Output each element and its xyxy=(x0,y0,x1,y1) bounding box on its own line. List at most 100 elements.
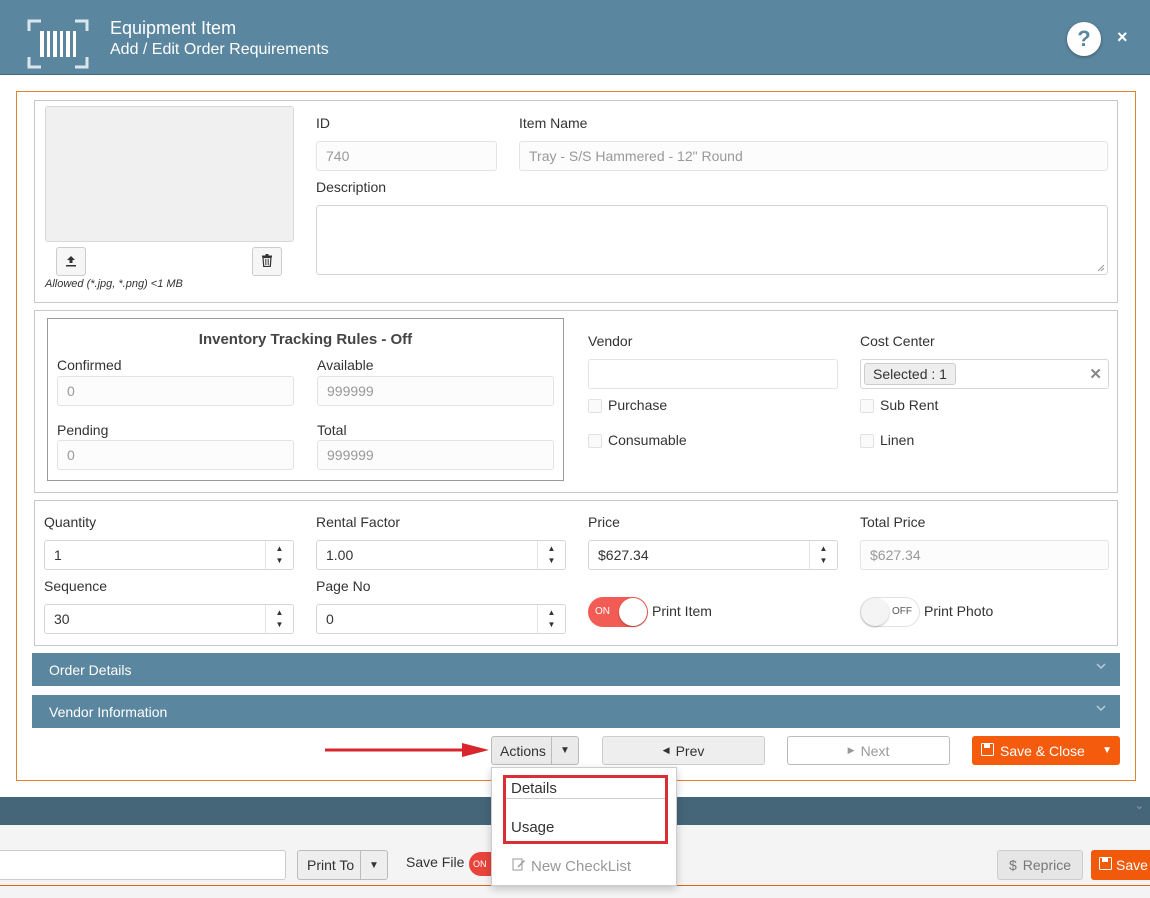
item-photo-placeholder[interactable] xyxy=(45,106,294,242)
quantity-value: 1 xyxy=(54,547,62,563)
page-no-value: 0 xyxy=(326,611,334,627)
sub-rent-label: Sub Rent xyxy=(880,397,939,413)
background-save-label: Save xyxy=(1116,857,1148,873)
cost-center-select[interactable]: Selected : 1 ✕ xyxy=(860,359,1109,389)
consumable-checkbox[interactable] xyxy=(588,434,602,448)
spinner-icon[interactable]: ▲ ▼ xyxy=(265,541,293,569)
resize-handle-icon[interactable] xyxy=(1097,264,1105,272)
barcode-icon xyxy=(27,19,89,69)
item-name-field[interactable]: Tray - S/S Hammered - 12" Round xyxy=(519,141,1108,171)
menu-item-usage[interactable]: Usage xyxy=(511,819,554,836)
confirmed-label: Confirmed xyxy=(57,357,122,373)
total-field[interactable]: 999999 xyxy=(317,440,554,470)
background-input[interactable] xyxy=(0,850,286,880)
print-photo-label: Print Photo xyxy=(924,603,994,619)
caret-right-icon: ▶ xyxy=(847,745,855,755)
page-no-stepper[interactable]: 0 ▲ ▼ xyxy=(316,604,566,634)
toggle-knob xyxy=(619,598,647,626)
edit-icon xyxy=(512,857,526,875)
item-name-value: Tray - S/S Hammered - 12" Round xyxy=(529,148,743,164)
print-item-toggle-text: ON xyxy=(595,606,610,617)
cost-center-label: Cost Center xyxy=(860,333,935,349)
quantity-stepper[interactable]: 1 ▲ ▼ xyxy=(44,540,294,570)
floppy-icon xyxy=(1099,857,1112,873)
linen-checkbox[interactable] xyxy=(860,434,874,448)
spinner-icon[interactable]: ▲ ▼ xyxy=(265,605,293,633)
delete-photo-button[interactable] xyxy=(252,247,282,276)
price-label: Price xyxy=(588,514,620,530)
print-photo-toggle[interactable]: OFF xyxy=(860,597,920,627)
cost-center-tag: Selected : 1 xyxy=(864,363,956,385)
upload-icon xyxy=(65,254,77,270)
close-button[interactable]: × xyxy=(1117,27,1128,48)
reprice-button[interactable]: $ Reprice xyxy=(997,850,1083,880)
chevron-down-icon xyxy=(1096,663,1106,670)
caret-left-icon: ◀ xyxy=(662,745,670,755)
help-button[interactable]: ? xyxy=(1067,22,1101,56)
print-item-toggle[interactable]: ON xyxy=(588,597,648,627)
purchase-checkbox[interactable] xyxy=(588,399,602,413)
reprice-label: Reprice xyxy=(1022,857,1072,873)
inventory-tracking-box: Inventory Tracking Rules - Off Confirmed… xyxy=(47,318,564,481)
order-details-section[interactable]: Order Details xyxy=(32,653,1120,686)
actions-dropdown-menu: Details Usage New CheckList xyxy=(491,767,677,886)
modal-subtitle: Add / Edit Order Requirements xyxy=(110,41,329,58)
background-save-button[interactable]: Save xyxy=(1091,850,1150,880)
quantity-label: Quantity xyxy=(44,514,97,530)
next-label: Next xyxy=(860,742,890,759)
caret-down-icon[interactable]: ▼ xyxy=(551,737,578,764)
save-close-button[interactable]: Save & Close ▼ xyxy=(972,736,1120,765)
vendor-information-label: Vendor Information xyxy=(49,703,168,720)
page-no-label: Page No xyxy=(316,578,371,594)
modal-title: Equipment Item xyxy=(110,18,237,38)
allowed-file-types: Allowed (*.jpg, *.png) <1 MB xyxy=(45,278,183,290)
rental-factor-stepper[interactable]: 1.00 ▲ ▼ xyxy=(316,540,566,570)
sequence-stepper[interactable]: 30 ▲ ▼ xyxy=(44,604,294,634)
spinner-icon[interactable]: ▲ ▼ xyxy=(809,541,837,569)
available-field[interactable]: 999999 xyxy=(317,376,554,406)
prev-button[interactable]: ◀ Prev xyxy=(602,736,765,765)
id-label: ID xyxy=(316,115,330,131)
total-price-label: Total Price xyxy=(860,514,926,530)
total-price-value: $627.34 xyxy=(870,547,921,563)
available-label: Available xyxy=(317,357,374,373)
caret-down-icon[interactable]: ▼ xyxy=(1102,745,1112,756)
equipment-item-modal: Equipment Item Add / Edit Order Requirem… xyxy=(0,0,1150,797)
print-item-label: Print Item xyxy=(652,603,712,619)
description-label: Description xyxy=(316,179,387,195)
consumable-label: Consumable xyxy=(608,432,687,448)
save-file-label: Save File xyxy=(406,854,465,870)
vendor-field[interactable] xyxy=(588,359,838,389)
floppy-icon xyxy=(981,742,994,759)
pending-field[interactable]: 0 xyxy=(57,440,294,470)
save-file-toggle-text: ON xyxy=(473,859,487,869)
linen-label: Linen xyxy=(880,432,915,448)
spinner-icon[interactable]: ▲ ▼ xyxy=(537,541,565,569)
print-to-button[interactable]: Print To ▼ xyxy=(297,850,388,880)
id-value: 740 xyxy=(326,148,350,164)
total-price-field[interactable]: $627.34 xyxy=(860,540,1109,570)
next-button[interactable]: ▶ Next xyxy=(787,736,950,765)
sequence-value: 30 xyxy=(54,611,70,627)
price-stepper[interactable]: $627.34 ▲ ▼ xyxy=(588,540,838,570)
print-photo-toggle-text: OFF xyxy=(892,606,912,617)
save-close-label: Save & Close xyxy=(1000,742,1085,759)
id-field[interactable]: 740 xyxy=(316,141,497,171)
chevron-down-icon: ⌄ xyxy=(1134,800,1144,812)
spinner-icon[interactable]: ▲ ▼ xyxy=(537,605,565,633)
prev-label: Prev xyxy=(675,742,705,759)
caret-down-icon[interactable]: ▼ xyxy=(360,851,387,879)
pending-value: 0 xyxy=(67,447,75,463)
inventory-tracking-title: Inventory Tracking Rules - Off xyxy=(198,331,413,348)
description-textarea[interactable] xyxy=(316,205,1108,275)
sub-rent-checkbox[interactable] xyxy=(860,399,874,413)
menu-item-details[interactable]: Details xyxy=(511,780,557,797)
vendor-information-section[interactable]: Vendor Information xyxy=(32,695,1120,728)
actions-button[interactable]: Actions ▼ xyxy=(491,736,579,765)
upload-button[interactable] xyxy=(56,247,86,276)
confirmed-field[interactable]: 0 xyxy=(57,376,294,406)
pricing-panel: Quantity 1 ▲ ▼ Rental Factor 1.00 ▲ ▼ Pric… xyxy=(34,500,1118,646)
item-name-label: Item Name xyxy=(519,115,588,131)
clear-icon[interactable]: ✕ xyxy=(1089,365,1102,383)
menu-item-new-checklist[interactable]: New CheckList xyxy=(512,857,631,875)
